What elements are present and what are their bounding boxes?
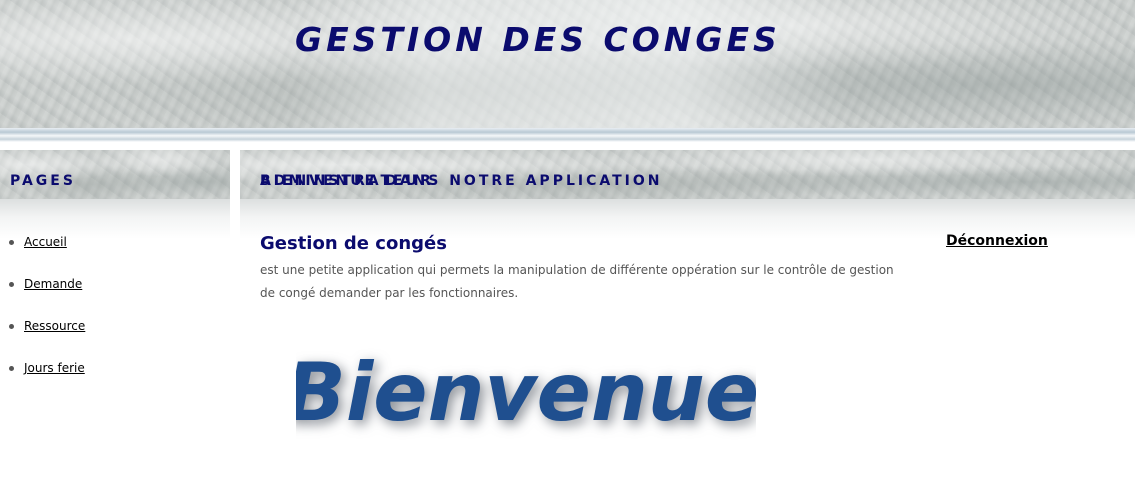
sidebar-item-ressource: Ressource <box>0 311 230 353</box>
bullet-icon <box>9 324 14 329</box>
admin-title: ADMINSTRATEUR <box>260 173 434 189</box>
sidebar-header: PAGES <box>0 150 230 199</box>
content-heading: Gestion de congés <box>260 233 447 254</box>
nav-link-accueil[interactable]: Accueil <box>24 235 67 249</box>
nav-link-ressource[interactable]: Ressource <box>24 319 85 333</box>
site-title: GESTION DES CONGES <box>295 20 781 59</box>
bullet-icon <box>9 282 14 287</box>
welcome-banner-image: Bienvenue Bienvenue <box>296 346 756 443</box>
sidebar-item-accueil: Accueil <box>0 227 230 269</box>
content-description: est une petite application qui permets l… <box>260 263 894 300</box>
welcome-banner-text: Bienvenue <box>296 346 756 439</box>
sidebar-nav: Accueil Demande Ressource Jours ferie <box>0 227 230 395</box>
main-header: BIENVENUE DANS NOTRE APPLICATION ADMINST… <box>240 150 1135 199</box>
sidebar-item-demande: Demande <box>0 269 230 311</box>
bullet-icon <box>9 240 14 245</box>
nav-link-demande[interactable]: Demande <box>24 277 82 291</box>
bullet-icon <box>9 366 14 371</box>
header-divider-stripe <box>0 128 1135 142</box>
sidebar-title: PAGES <box>10 173 76 189</box>
sidebar-item-jours-ferie: Jours ferie <box>0 353 230 395</box>
site-header: GESTION DES CONGES <box>0 0 1135 130</box>
nav-link-jours-ferie[interactable]: Jours ferie <box>24 361 85 375</box>
logout-link[interactable]: Déconnexion <box>946 233 1048 249</box>
